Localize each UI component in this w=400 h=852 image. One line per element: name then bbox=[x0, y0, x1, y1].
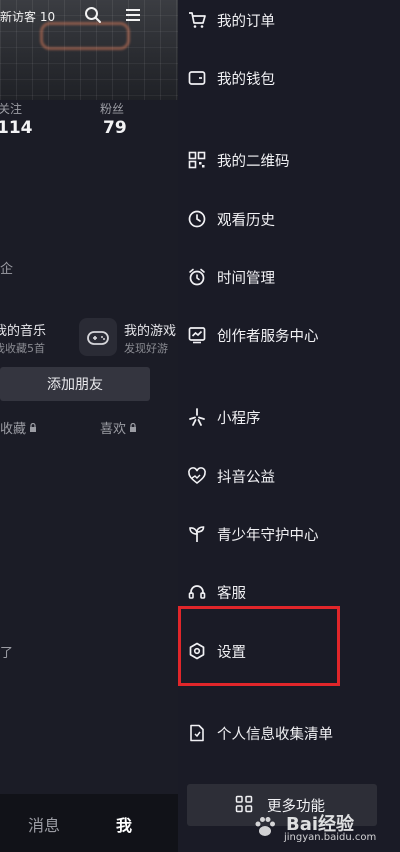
menu-item-time-management[interactable]: 时间管理 bbox=[178, 257, 400, 297]
tab-likes-label: 喜欢 bbox=[100, 422, 127, 437]
nav-me[interactable]: 我 bbox=[116, 812, 132, 836]
profile-page: 新访客 10 关注 114 粉丝 79 企 我的音乐 我收藏5首 我的游戏 发现… bbox=[0, 0, 178, 852]
settings-highlight-annotation bbox=[178, 606, 340, 686]
chart-icon bbox=[188, 327, 206, 344]
menu-item-mini-programs[interactable]: 小程序 bbox=[178, 397, 400, 437]
tab-likes[interactable]: 喜欢 bbox=[100, 418, 137, 437]
menu-item-label: 我的二维码 bbox=[217, 153, 290, 170]
menu-item-label: 我的订单 bbox=[217, 13, 275, 30]
my-games-title[interactable]: 我的游戏 bbox=[124, 320, 176, 339]
followers-label: 粉丝 bbox=[100, 102, 125, 116]
menu-item-label: 创作者服务中心 bbox=[217, 328, 319, 345]
menu-item-creator-center[interactable]: 创作者服务中心 bbox=[178, 315, 400, 355]
game-controller-icon[interactable] bbox=[79, 318, 117, 356]
search-icon[interactable] bbox=[84, 6, 102, 24]
cart-icon bbox=[189, 12, 206, 28]
menu-item-my-wallet[interactable]: 我的钱包 bbox=[178, 58, 400, 98]
document-icon bbox=[190, 724, 204, 742]
empty-state-text: 了 bbox=[0, 646, 14, 661]
paw-logo-icon bbox=[255, 817, 275, 836]
my-music-title[interactable]: 我的音乐 bbox=[0, 320, 46, 339]
add-friend-button[interactable]: 添加朋友 bbox=[0, 367, 150, 401]
menu-item-label: 我的钱包 bbox=[217, 71, 275, 88]
menu-item-label: 时间管理 bbox=[217, 270, 275, 287]
menu-item-watch-history[interactable]: 观看历史 bbox=[178, 199, 400, 239]
my-music-subtitle: 我收藏5首 bbox=[0, 342, 45, 355]
lock-icon bbox=[30, 423, 37, 432]
mini-program-icon bbox=[189, 408, 205, 426]
following-count[interactable]: 114 bbox=[0, 118, 33, 138]
bottom-navigation: 消息 我 bbox=[0, 794, 178, 852]
wallet-icon bbox=[188, 71, 206, 85]
menu-item-label: 客服 bbox=[217, 585, 246, 602]
heart-hand-icon bbox=[188, 467, 206, 485]
menu-item-my-orders[interactable]: 我的订单 bbox=[178, 0, 400, 40]
clock-icon bbox=[188, 210, 206, 228]
tab-favorites-label: 收藏 bbox=[0, 422, 27, 437]
menu-item-label: 小程序 bbox=[217, 410, 261, 427]
alarm-clock-icon bbox=[189, 268, 205, 286]
lock-icon bbox=[130, 423, 137, 432]
tab-favorites[interactable]: 收藏 bbox=[0, 418, 37, 437]
new-visitor-count[interactable]: 新访客 10 bbox=[0, 8, 55, 25]
menu-item-label: 个人信息收集清单 bbox=[217, 726, 333, 743]
menu-item-label: 观看历史 bbox=[217, 212, 275, 229]
my-games-subtitle: 发现好游 bbox=[124, 342, 168, 355]
menu-item-douyin-charity[interactable]: 抖音公益 bbox=[178, 456, 400, 496]
menu-item-my-qr-code[interactable]: 我的二维码 bbox=[178, 140, 400, 180]
baidu-jingyan-watermark: Bai经验 jingyan.baidu.com bbox=[240, 810, 390, 846]
menu-item-youth-protection[interactable]: 青少年守护中心 bbox=[178, 514, 400, 554]
section-heading: 企 bbox=[0, 262, 14, 277]
headset-icon bbox=[188, 585, 206, 599]
nav-messages[interactable]: 消息 bbox=[28, 812, 60, 836]
menu-item-personal-info-list[interactable]: 个人信息收集清单 bbox=[178, 713, 400, 753]
menu-item-label: 抖音公益 bbox=[217, 469, 275, 486]
side-drawer-menu: 我的订单 我的钱包 我的二维码 观看历史 时间管理 创作者服务中心 小程序 抖音… bbox=[178, 0, 400, 852]
following-label: 关注 bbox=[0, 102, 23, 116]
watermark-url: jingyan.baidu.com bbox=[284, 832, 377, 843]
menu-item-label: 青少年守护中心 bbox=[217, 527, 319, 544]
sprout-icon bbox=[189, 526, 205, 542]
followers-count[interactable]: 79 bbox=[103, 118, 127, 138]
qr-code-icon bbox=[188, 151, 206, 169]
menu-icon[interactable] bbox=[124, 6, 142, 24]
